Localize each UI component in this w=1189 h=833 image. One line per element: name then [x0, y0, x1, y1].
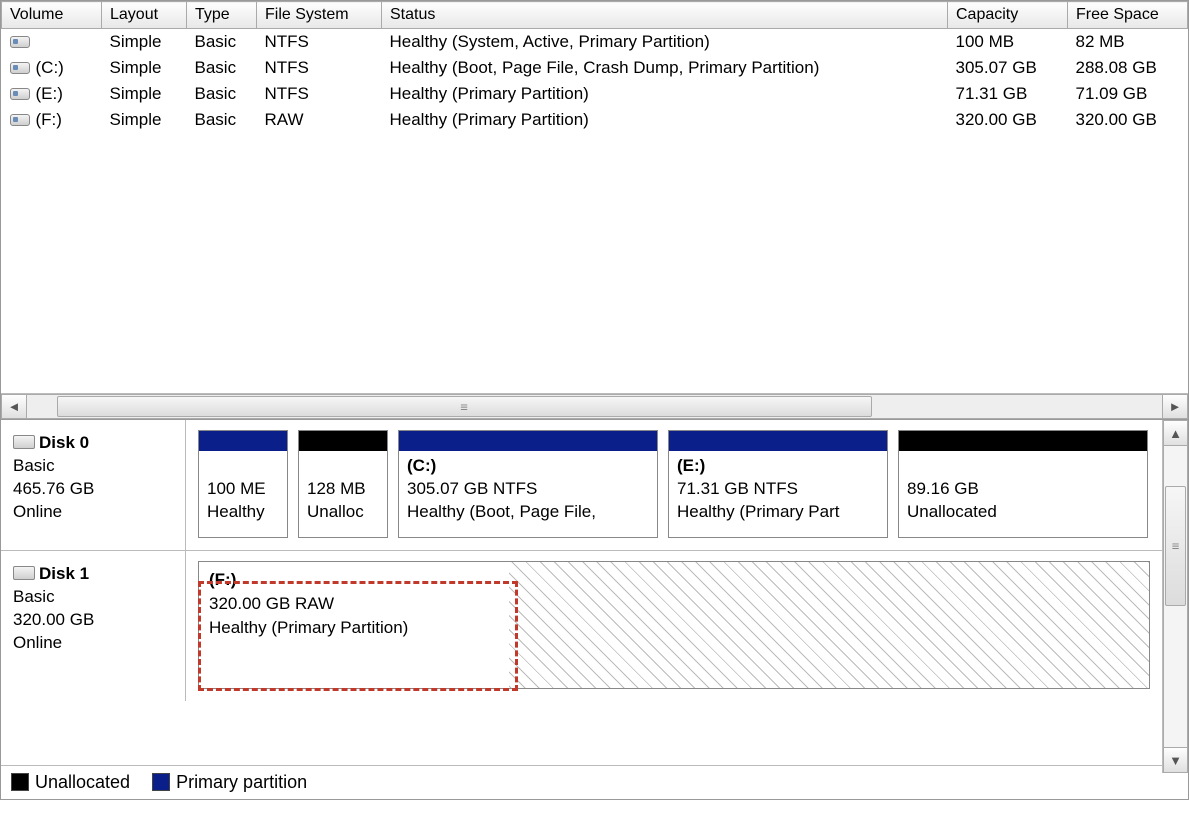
partition[interactable]: (C:)305.07 GB NTFSHealthy (Boot, Page Fi…	[398, 430, 658, 538]
disk-info-0[interactable]: Disk 0 Basic 465.76 GB Online	[1, 420, 186, 550]
disk-info-1[interactable]: Disk 1 Basic 320.00 GB Online	[1, 551, 186, 701]
partition-f[interactable]: (F:) 320.00 GB RAW Healthy (Primary Part…	[198, 561, 1150, 689]
volume-list-pane: Volume Layout Type File System Status Ca…	[0, 0, 1189, 420]
scroll-left-arrow-icon[interactable]: ◄	[1, 394, 27, 419]
disk-type: Basic	[13, 456, 55, 475]
table-header-row: Volume Layout Type File System Status Ca…	[2, 2, 1188, 29]
partition[interactable]: (E:)71.31 GB NTFSHealthy (Primary Part	[668, 430, 888, 538]
partition-bar	[669, 431, 887, 451]
partition-title: (F:)	[209, 570, 236, 589]
scroll-vthumb[interactable]: ≡	[1165, 486, 1186, 606]
legend-unallocated: Unallocated	[11, 772, 130, 793]
partition-bar	[199, 431, 287, 451]
volume-icon	[10, 36, 30, 48]
partition-body: (F:) 320.00 GB RAW Healthy (Primary Part…	[199, 562, 1149, 688]
disk-state: Online	[13, 502, 62, 521]
disk-state: Online	[13, 633, 62, 652]
disk-icon	[13, 435, 35, 449]
disk-size: 320.00 GB	[13, 610, 94, 629]
horizontal-scrollbar[interactable]: ◄ ≡ ►	[1, 393, 1188, 419]
partition-line1: 320.00 GB RAW	[209, 594, 334, 613]
col-filesystem[interactable]: File System	[257, 2, 382, 29]
legend-swatch-black-icon	[11, 773, 29, 791]
col-type[interactable]: Type	[187, 2, 257, 29]
col-capacity[interactable]: Capacity	[948, 2, 1068, 29]
disk-row-1: Disk 1 Basic 320.00 GB Online (F:) 320.0…	[1, 551, 1162, 701]
scroll-right-arrow-icon[interactable]: ►	[1162, 394, 1188, 419]
volume-table: Volume Layout Type File System Status Ca…	[1, 1, 1188, 133]
partition-line2: Healthy (Primary Partition)	[209, 618, 408, 637]
disk-icon	[13, 566, 35, 580]
volume-icon	[10, 88, 30, 100]
partition-bar	[899, 431, 1147, 451]
legend-swatch-blue-icon	[152, 773, 170, 791]
scroll-up-arrow-icon[interactable]: ▲	[1163, 420, 1188, 446]
disk-map-1: (F:) 320.00 GB RAW Healthy (Primary Part…	[186, 551, 1162, 701]
legend-primary: Primary partition	[152, 772, 307, 793]
partition-body: 100 MEHealthy	[199, 451, 287, 537]
partition[interactable]: 128 MBUnalloc	[298, 430, 388, 538]
partition-body: 89.16 GBUnallocated	[899, 451, 1147, 537]
vertical-scrollbar[interactable]: ▲ ≡ ▼	[1162, 420, 1188, 773]
col-freespace[interactable]: Free Space	[1068, 2, 1188, 29]
scroll-vtrack[interactable]: ≡	[1163, 446, 1188, 747]
partition-bar	[399, 431, 657, 451]
col-volume[interactable]: Volume	[2, 2, 102, 29]
table-row[interactable]: (E:)SimpleBasicNTFSHealthy (Primary Part…	[2, 81, 1188, 107]
partition[interactable]: 89.16 GBUnallocated	[898, 430, 1148, 538]
disk-name: Disk 0	[39, 433, 89, 452]
disk-name: Disk 1	[39, 564, 89, 583]
scroll-down-arrow-icon[interactable]: ▼	[1163, 747, 1188, 773]
table-row[interactable]: (C:)SimpleBasicNTFSHealthy (Boot, Page F…	[2, 55, 1188, 81]
partition[interactable]: 100 MEHealthy	[198, 430, 288, 538]
partition-bar	[299, 431, 387, 451]
table-row[interactable]: SimpleBasicNTFSHealthy (System, Active, …	[2, 29, 1188, 56]
table-row[interactable]: (F:)SimpleBasicRAWHealthy (Primary Parti…	[2, 107, 1188, 133]
scroll-track[interactable]: ≡	[27, 394, 1162, 419]
partition-label-area: (F:) 320.00 GB RAW Healthy (Primary Part…	[199, 562, 509, 688]
partition-body: (E:)71.31 GB NTFSHealthy (Primary Part	[669, 451, 887, 537]
disk-map-0: 100 MEHealthy128 MBUnalloc(C:)305.07 GB …	[186, 420, 1162, 550]
disk-graphical-pane: Disk 0 Basic 465.76 GB Online 100 MEHeal…	[0, 420, 1189, 800]
disk-row-0: Disk 0 Basic 465.76 GB Online 100 MEHeal…	[1, 420, 1162, 551]
legend: Unallocated Primary partition	[1, 765, 1162, 799]
disk-type: Basic	[13, 587, 55, 606]
partition-body: (C:)305.07 GB NTFSHealthy (Boot, Page Fi…	[399, 451, 657, 537]
volume-icon	[10, 114, 30, 126]
scroll-thumb[interactable]: ≡	[57, 396, 872, 417]
col-layout[interactable]: Layout	[102, 2, 187, 29]
disk-size: 465.76 GB	[13, 479, 94, 498]
partition-body: 128 MBUnalloc	[299, 451, 387, 537]
volume-icon	[10, 62, 30, 74]
col-status[interactable]: Status	[382, 2, 948, 29]
